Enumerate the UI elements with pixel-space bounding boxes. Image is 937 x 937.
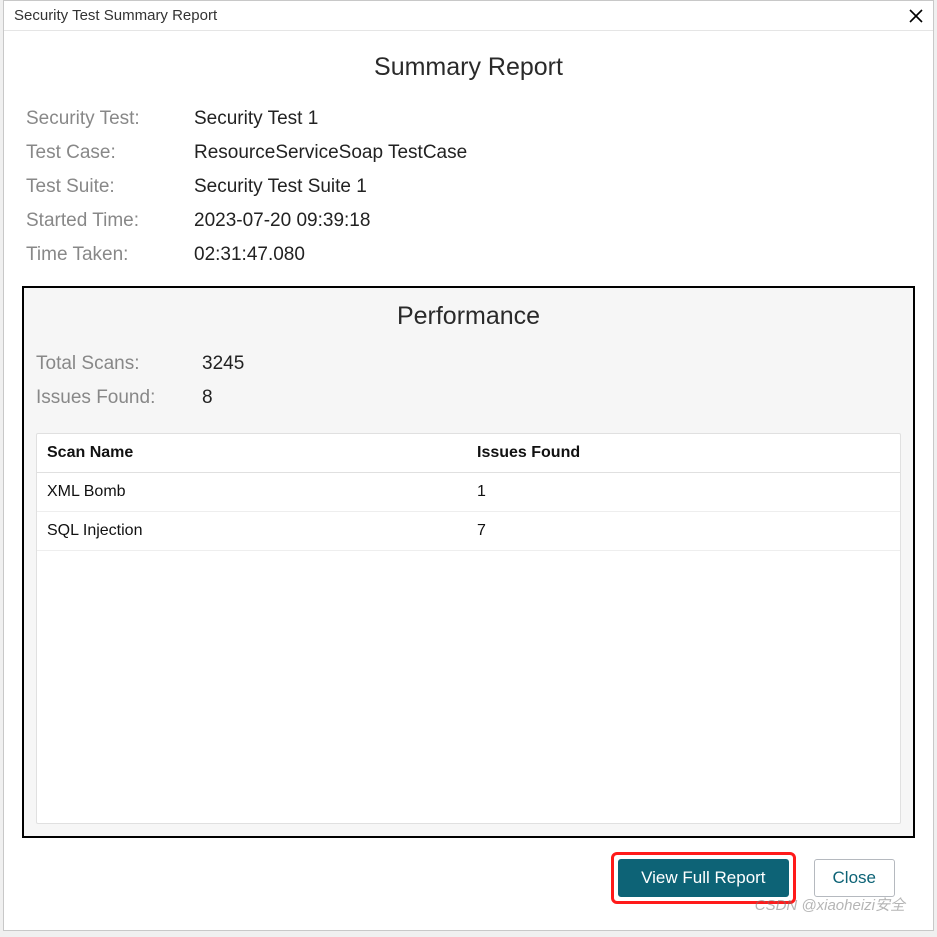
scan-header-name: Scan Name — [47, 444, 477, 462]
meta-row-test-case: Test Case: ResourceServiceSoap TestCase — [22, 136, 915, 170]
titlebar: Security Test Summary Report — [4, 1, 933, 31]
meta-label: Time Taken: — [26, 244, 194, 266]
meta-value: Security Test Suite 1 — [194, 176, 367, 198]
scan-cell-name: XML Bomb — [47, 483, 477, 501]
meta-label: Test Case: — [26, 142, 194, 164]
highlight-box: View Full Report — [611, 852, 795, 904]
perf-value: 8 — [202, 387, 213, 409]
close-button[interactable]: Close — [814, 859, 895, 897]
meta-row-started-time: Started Time: 2023-07-20 09:39:18 — [22, 204, 915, 238]
window-title: Security Test Summary Report — [14, 7, 217, 24]
scan-cell-issues: 7 — [477, 522, 890, 540]
perf-row-issues-found: Issues Found: 8 — [36, 381, 901, 415]
report-meta: Security Test: Security Test 1 Test Case… — [22, 102, 915, 272]
meta-label: Security Test: — [26, 108, 194, 130]
scan-table: Scan Name Issues Found XML Bomb 1 SQL In… — [36, 433, 901, 824]
meta-label: Started Time: — [26, 210, 194, 232]
scan-table-header: Scan Name Issues Found — [37, 434, 900, 473]
meta-label: Test Suite: — [26, 176, 194, 198]
summary-report-dialog: Security Test Summary Report Summary Rep… — [3, 0, 934, 931]
perf-label: Total Scans: — [36, 353, 202, 375]
perf-value: 3245 — [202, 353, 244, 375]
perf-label: Issues Found: — [36, 387, 202, 409]
dialog-footer: View Full Report Close — [22, 838, 915, 916]
perf-row-total-scans: Total Scans: 3245 — [36, 347, 901, 381]
view-full-report-button[interactable]: View Full Report — [618, 859, 788, 897]
meta-value: 2023-07-20 09:39:18 — [194, 210, 370, 232]
table-row: XML Bomb 1 — [37, 473, 900, 512]
scan-cell-issues: 1 — [477, 483, 890, 501]
report-heading: Summary Report — [22, 53, 915, 82]
meta-row-test-suite: Test Suite: Security Test Suite 1 — [22, 170, 915, 204]
meta-value: 02:31:47.080 — [194, 244, 305, 266]
meta-value: Security Test 1 — [194, 108, 318, 130]
meta-row-time-taken: Time Taken: 02:31:47.080 — [22, 238, 915, 272]
performance-heading: Performance — [36, 302, 901, 331]
meta-value: ResourceServiceSoap TestCase — [194, 142, 467, 164]
scan-cell-name: SQL Injection — [47, 522, 477, 540]
close-icon[interactable] — [907, 7, 925, 25]
scan-header-issues: Issues Found — [477, 444, 890, 462]
dialog-content: Summary Report Security Test: Security T… — [4, 31, 933, 930]
table-row: SQL Injection 7 — [37, 512, 900, 551]
meta-row-security-test: Security Test: Security Test 1 — [22, 102, 915, 136]
performance-panel: Performance Total Scans: 3245 Issues Fou… — [22, 286, 915, 838]
